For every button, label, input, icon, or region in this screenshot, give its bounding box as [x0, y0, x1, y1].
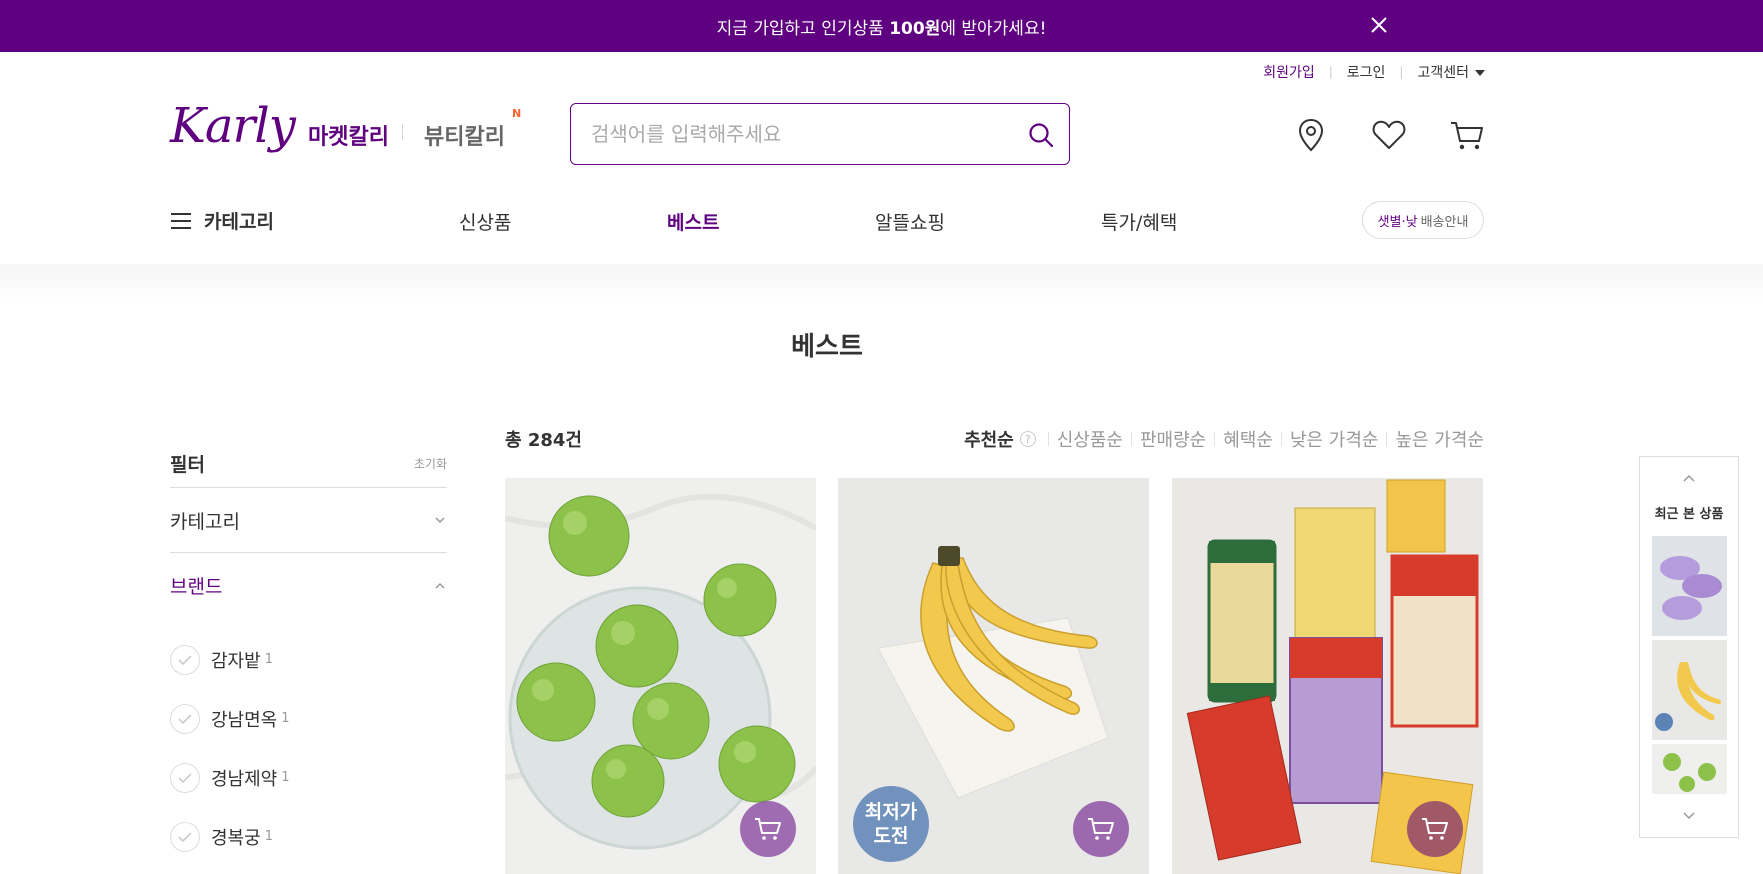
badge-line: 최저가 [864, 801, 918, 823]
brand-checkbox[interactable]: 경남제약 1 [170, 748, 447, 807]
market-kurly-tab[interactable]: 마켓칼리 [308, 119, 389, 151]
sort-benefit[interactable]: 혜택순 [1223, 426, 1273, 452]
brand-list: 감자밭 1 강남면옥 1 경남제약 1 경복궁 1 [170, 630, 447, 866]
delivery-label: 배송안내 [1420, 214, 1469, 230]
filter-header: 필터 초기화 [170, 440, 447, 488]
lowest-price-badge: 최저가 도전 [853, 786, 929, 862]
brand-checkbox[interactable]: 강남면옥 1 [170, 689, 447, 748]
check-icon [170, 762, 200, 793]
close-icon[interactable] [1368, 14, 1390, 36]
divider: | [1328, 65, 1333, 79]
check-icon [170, 703, 200, 734]
brand-name: 강남면옥 [211, 709, 278, 731]
brand-count: 1 [264, 652, 273, 667]
login-link[interactable]: 로그인 [1347, 62, 1386, 82]
chevron-down-icon [1475, 70, 1485, 76]
hamburger-icon [171, 212, 191, 229]
sort-options: 추천순 ? 신상품순 판매량순 혜택순 낮은 가격순 높은 가격순 [964, 426, 1484, 452]
brand-name: 감자밭 [211, 650, 261, 672]
chevron-up-icon[interactable] [1682, 473, 1696, 483]
badge-line: 도전 [873, 825, 909, 847]
chevron-up-icon [435, 582, 445, 589]
signup-link[interactable]: 회원가입 [1263, 62, 1315, 82]
beauty-kurly-tab[interactable]: 뷰티칼리 [424, 119, 505, 151]
filter-category-label: 카테고리 [170, 510, 240, 533]
user-menu: 회원가입 | 로그인 | 고객센터 [1263, 62, 1485, 82]
recent-thumbnail[interactable] [1652, 536, 1727, 636]
menu-new[interactable]: 신상품 [459, 208, 511, 235]
support-link[interactable]: 고객센터 [1417, 62, 1485, 82]
check-icon [170, 821, 200, 852]
sort-price-high[interactable]: 높은 가격순 [1395, 426, 1484, 452]
check-icon [170, 644, 200, 675]
brand-name: 경남제약 [211, 768, 278, 790]
brand-checkbox[interactable]: 경복궁 1 [170, 807, 447, 866]
divider [1280, 432, 1282, 446]
filter-reset-button[interactable]: 초기화 [414, 455, 447, 472]
divider [1131, 432, 1132, 446]
menu-best[interactable]: 베스트 [667, 208, 719, 235]
filter-category-toggle[interactable]: 카테고리 [170, 488, 447, 553]
heart-icon[interactable] [1370, 116, 1408, 154]
sort-recommended[interactable]: 추천순 [964, 426, 1014, 452]
product-card[interactable] [1172, 478, 1483, 874]
divider [1386, 432, 1388, 446]
category-label: 카테고리 [204, 211, 274, 233]
filter-brand-toggle[interactable]: 브랜드 [170, 553, 447, 618]
category-menu[interactable]: 카테고리 [170, 207, 274, 234]
search-bar [570, 103, 1070, 165]
filter-title: 필터 [170, 454, 205, 476]
location-icon[interactable] [1292, 116, 1330, 154]
total-count: 총 284건 [505, 430, 582, 451]
menu-special[interactable]: 특가/혜택 [1101, 208, 1177, 235]
cart-icon[interactable] [1448, 116, 1486, 154]
add-to-cart-button[interactable] [1073, 801, 1129, 857]
brand-count: 1 [281, 711, 290, 726]
brand-count: 1 [281, 770, 290, 785]
logo[interactable]: Karly [170, 98, 296, 154]
header-shadow [0, 264, 1763, 304]
cart-icon [1422, 818, 1448, 840]
chevron-down-icon [435, 517, 445, 524]
recent-title: 최근 본 상품 [1654, 507, 1724, 522]
brand-checkbox[interactable]: 감자밭 1 [170, 630, 447, 689]
divider [402, 124, 403, 140]
divider [1047, 432, 1049, 446]
menu-thrift[interactable]: 알뜰쇼핑 [875, 208, 945, 235]
filter-panel: 필터 초기화 카테고리 브랜드 감자밭 1 강남면옥 1 경남제약 1 경복궁 … [170, 440, 447, 866]
sort-newest[interactable]: 신상품순 [1057, 426, 1123, 452]
chevron-down-icon[interactable] [1682, 811, 1696, 821]
sort-sales[interactable]: 판매량순 [1140, 426, 1206, 452]
brand-count: 1 [264, 829, 273, 844]
divider: | [1399, 65, 1404, 79]
banner-text: 지금 가입하고 인기상품 100원에 받아가세요! [716, 18, 1047, 39]
brand-name: 경복궁 [211, 827, 261, 849]
add-to-cart-button[interactable] [740, 801, 796, 857]
recent-thumbnail[interactable] [1652, 744, 1727, 794]
delivery-info-button[interactable]: 샛별·낮 배송안내 [1362, 201, 1484, 239]
sort-price-low[interactable]: 낮은 가격순 [1290, 426, 1379, 452]
recent-thumbnail[interactable] [1652, 640, 1727, 740]
filter-brand-label: 브랜드 [170, 576, 223, 598]
product-card[interactable]: 최저가 도전 [838, 478, 1149, 874]
search-icon[interactable] [1027, 121, 1055, 149]
cart-icon [1088, 818, 1114, 840]
page-title: 베스트 [791, 332, 863, 362]
new-badge: N [512, 107, 522, 120]
divider [1214, 432, 1216, 446]
cart-icon [755, 818, 781, 840]
recent-products-panel: 최근 본 상품 [1639, 456, 1739, 838]
search-input[interactable] [591, 122, 1011, 146]
delivery-type: 샛별·낮 [1377, 214, 1418, 230]
top-banner[interactable]: 지금 가입하고 인기상품 100원에 받아가세요! [0, 0, 1763, 52]
product-card[interactable] [505, 478, 816, 874]
help-icon[interactable]: ? [1019, 431, 1036, 447]
add-to-cart-button[interactable] [1407, 801, 1463, 857]
